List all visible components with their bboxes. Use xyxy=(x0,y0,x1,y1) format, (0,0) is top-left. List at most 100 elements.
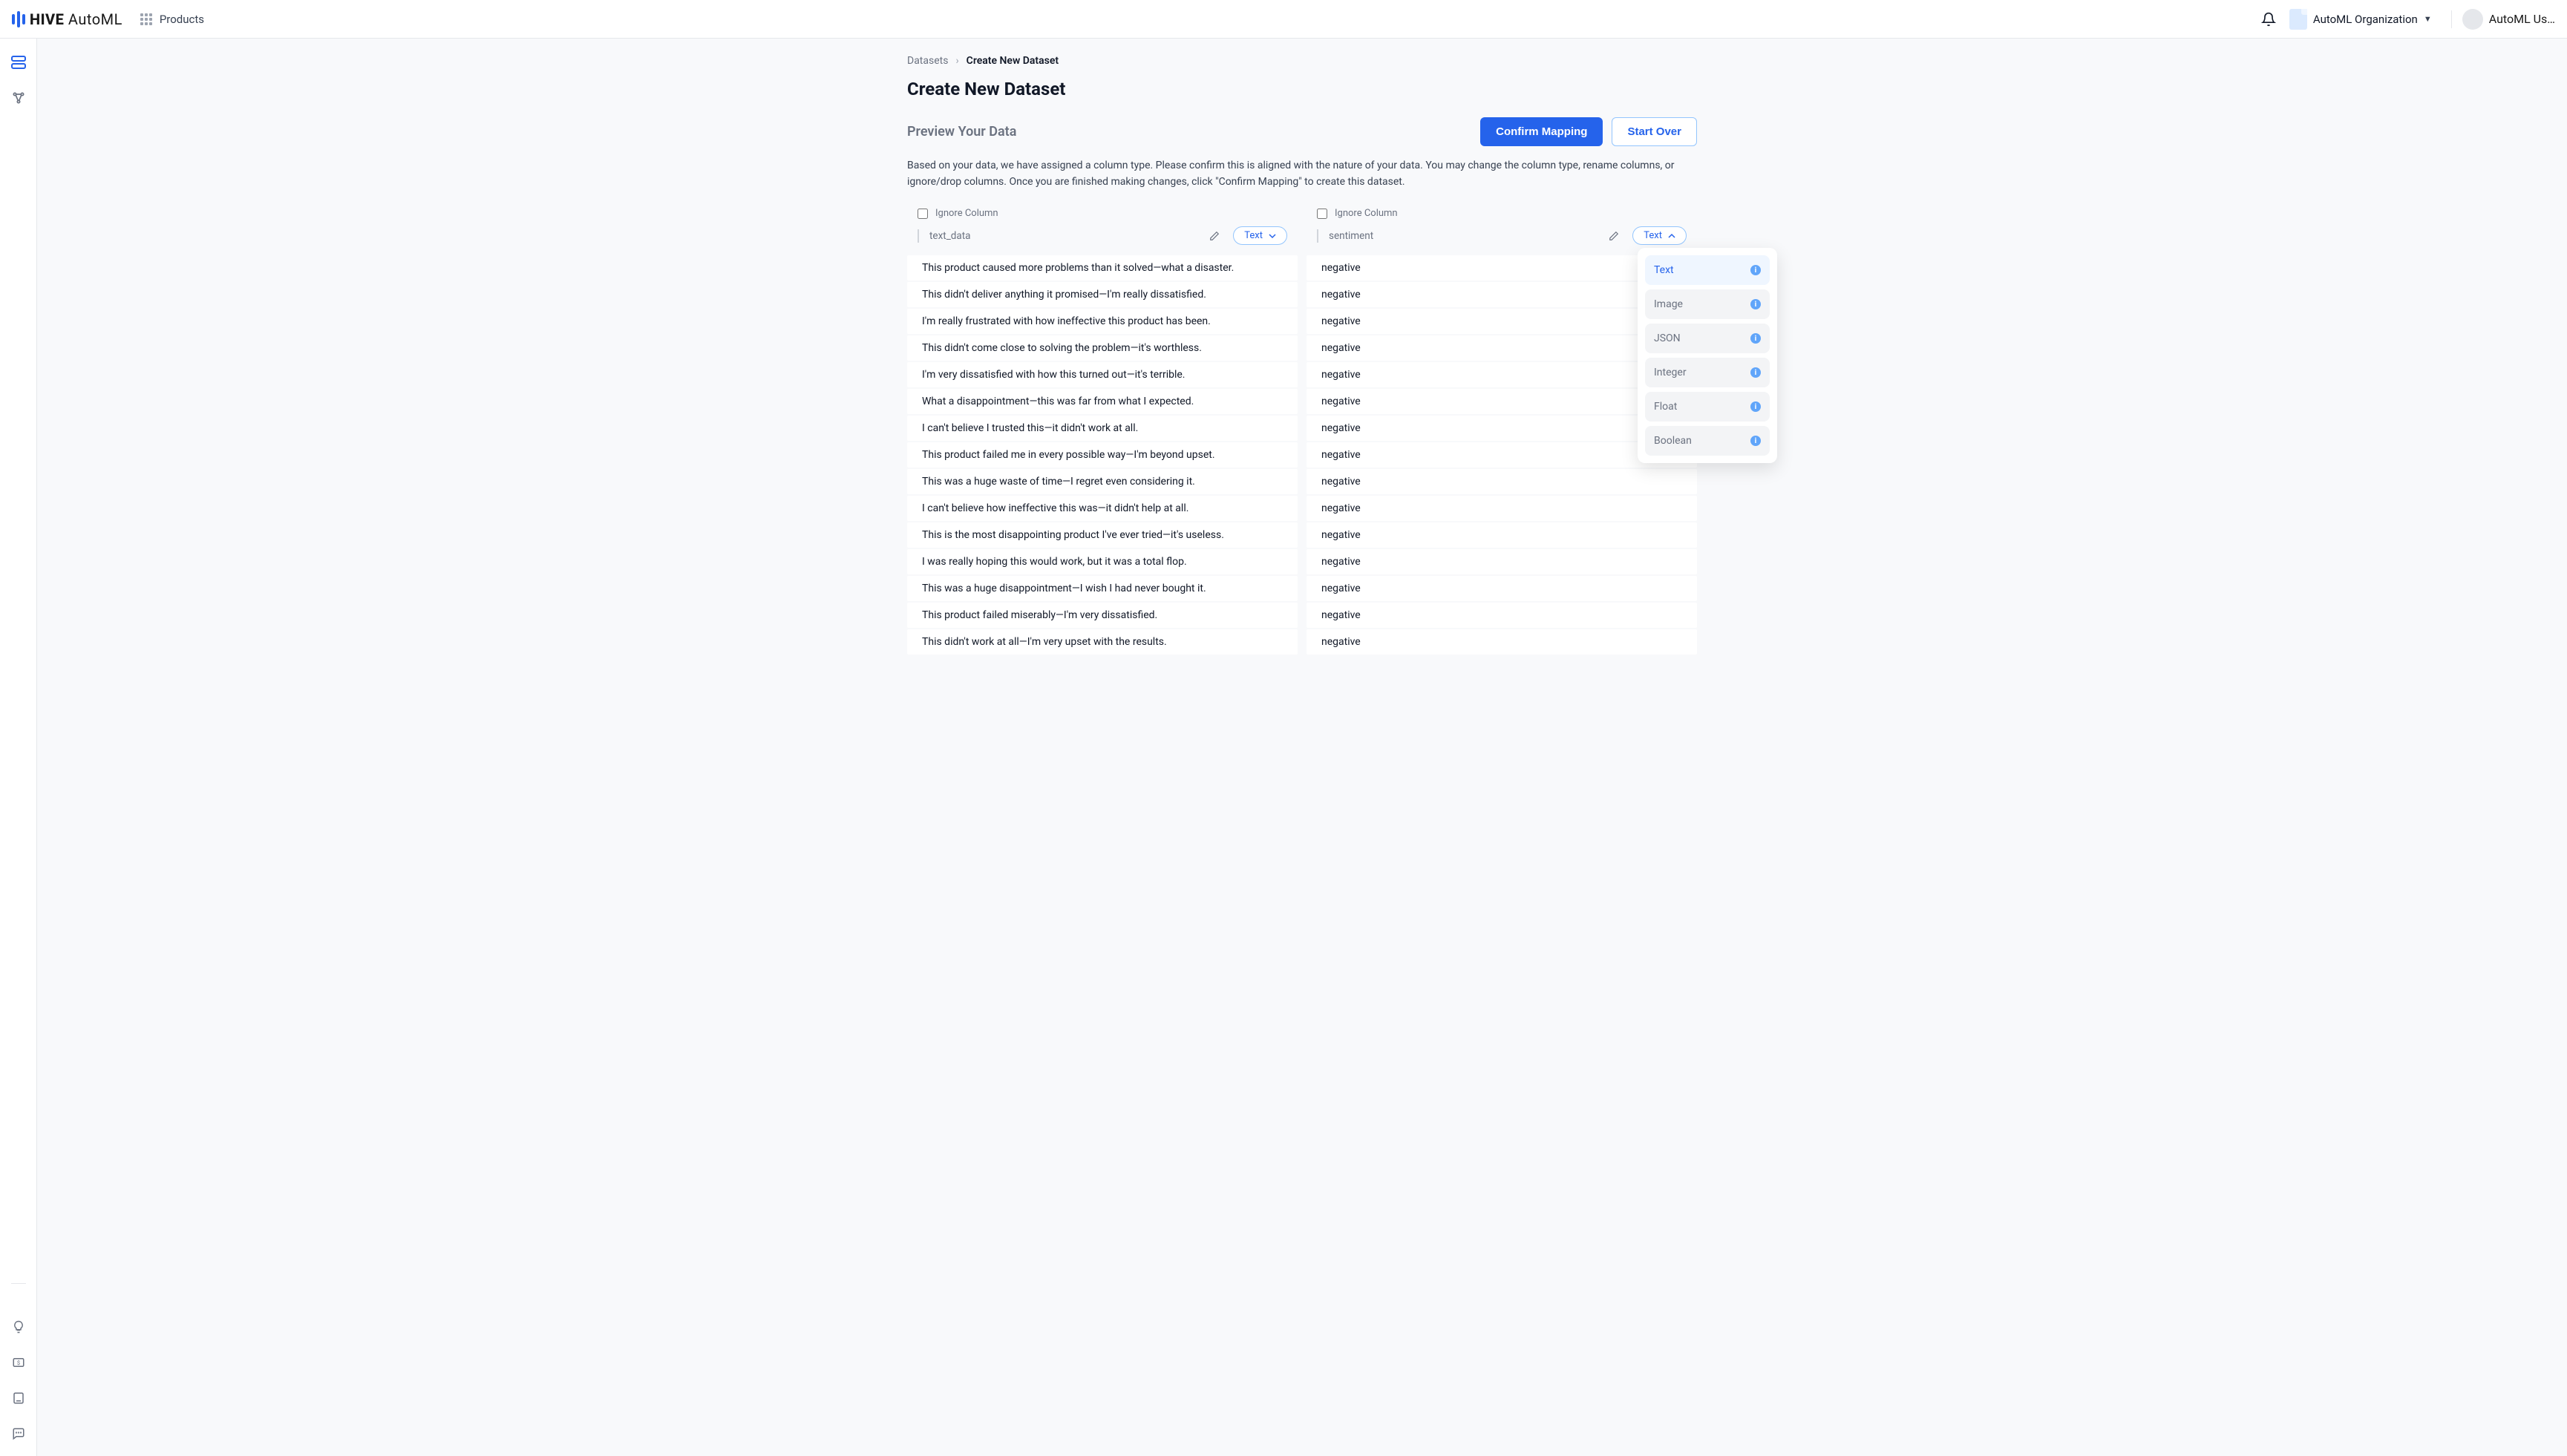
cell-text-data: This didn't come close to solving the pr… xyxy=(907,335,1298,361)
column-type-dropdown[interactable]: TextiImageiJSONiIntegeriFloatiBooleani xyxy=(1638,248,1777,463)
notifications-button[interactable] xyxy=(2261,12,2276,27)
table-row: I'm very dissatisfied with how this turn… xyxy=(907,362,1697,387)
grid-icon xyxy=(140,13,152,25)
ignore-checkbox-input[interactable] xyxy=(1317,209,1327,219)
column-name: text_data xyxy=(929,230,1203,242)
table-row: What a disappointment—this was far from … xyxy=(907,389,1697,414)
cell-sentiment: negative xyxy=(1307,629,1697,655)
cell-text-data: This product caused more problems than i… xyxy=(907,255,1298,281)
cell-text-data: I can't believe how ineffective this was… xyxy=(907,496,1298,521)
nav-models-icon[interactable] xyxy=(11,91,26,105)
type-option-text[interactable]: Text i xyxy=(1645,255,1770,285)
cell-sentiment: negative xyxy=(1307,522,1697,548)
cell-text-data: This didn't deliver anything it promised… xyxy=(907,282,1298,307)
column-type-label: Text xyxy=(1244,230,1263,241)
table-row: I can't believe how ineffective this was… xyxy=(907,496,1697,521)
divider xyxy=(2451,10,2452,28)
cell-sentiment: negative xyxy=(1307,496,1697,521)
column-bar xyxy=(918,229,919,243)
logo-bars-icon xyxy=(12,11,25,27)
bell-icon xyxy=(2261,12,2276,27)
info-icon[interactable]: i xyxy=(1750,265,1761,275)
pencil-icon[interactable] xyxy=(1209,231,1220,241)
column-bar xyxy=(1317,229,1318,243)
ignore-label: Ignore Column xyxy=(935,208,998,219)
top-bar: HIVE AutoML Products AutoML Organization… xyxy=(0,0,2567,39)
org-switcher[interactable]: AutoML Organization ▼ xyxy=(2289,9,2432,30)
nav-feedback-icon[interactable] xyxy=(11,1426,26,1441)
svg-text:$: $ xyxy=(16,1360,19,1366)
cell-text-data: This was a huge waste of time—I regret e… xyxy=(907,469,1298,494)
chevron-up-icon xyxy=(1668,232,1675,240)
column-header: Ignore Column text_data Text xyxy=(907,199,1298,248)
breadcrumb-root[interactable]: Datasets xyxy=(907,55,948,67)
brand-logo[interactable]: HIVE AutoML xyxy=(12,10,122,28)
type-option-json[interactable]: JSONi xyxy=(1645,324,1770,353)
table-row: This product failed me in every possible… xyxy=(907,442,1697,468)
chevron-down-icon xyxy=(1269,232,1276,240)
section-title: Preview Your Data xyxy=(907,124,1016,140)
breadcrumb-current: Create New Dataset xyxy=(967,55,1059,67)
ignore-column-checkbox[interactable]: Ignore Column xyxy=(918,208,1287,219)
table-row: I'm really frustrated with how ineffecti… xyxy=(907,309,1697,334)
cell-text-data: This product failed me in every possible… xyxy=(907,442,1298,468)
pencil-icon[interactable] xyxy=(1609,231,1619,241)
cell-text-data: I'm really frustrated with how ineffecti… xyxy=(907,309,1298,334)
type-option-label: Boolean xyxy=(1654,435,1692,447)
table-row: This was a huge disappointment—I wish I … xyxy=(907,576,1697,601)
info-icon[interactable]: i xyxy=(1750,367,1761,378)
column-type-selector[interactable]: Text xyxy=(1233,226,1287,245)
info-icon[interactable]: i xyxy=(1750,299,1761,309)
document-icon xyxy=(2289,9,2307,30)
cell-sentiment: negative xyxy=(1307,469,1697,494)
user-menu[interactable]: AutoML Us… xyxy=(2462,9,2555,30)
column-type-label: Text xyxy=(1644,230,1662,241)
table-row: This was a huge waste of time—I regret e… xyxy=(907,469,1697,494)
ignore-column-checkbox[interactable]: Ignore Column xyxy=(1317,208,1687,219)
table-row: I can't believe I trusted this—it didn't… xyxy=(907,416,1697,441)
info-icon[interactable]: i xyxy=(1750,401,1761,412)
type-option-float[interactable]: Float i xyxy=(1645,392,1770,422)
side-nav: $ xyxy=(0,39,37,1456)
table-row: I was really hoping this would work, but… xyxy=(907,549,1697,574)
cell-sentiment: negative xyxy=(1307,603,1697,628)
page-title: Create New Dataset xyxy=(907,79,1697,99)
cell-text-data: What a disappointment—this was far from … xyxy=(907,389,1298,414)
confirm-mapping-button[interactable]: Confirm Mapping xyxy=(1480,117,1603,146)
table-row: This is the most disappointing product I… xyxy=(907,522,1697,548)
nav-docs-icon[interactable] xyxy=(11,1391,26,1406)
user-name: AutoML Us… xyxy=(2489,12,2555,26)
table-row: This didn't work at all—I'm very upset w… xyxy=(907,629,1697,655)
logo-text: HIVE AutoML xyxy=(30,10,122,28)
nav-tips-icon[interactable] xyxy=(11,1319,26,1334)
cell-text-data: I'm very dissatisfied with how this turn… xyxy=(907,362,1298,387)
org-name: AutoML Organization xyxy=(2313,13,2418,26)
type-option-label: Image xyxy=(1654,298,1683,310)
type-option-image[interactable]: Image i xyxy=(1645,289,1770,319)
table-row: This didn't deliver anything it promised… xyxy=(907,282,1697,307)
column-header: Ignore Column sentiment Text xyxy=(1307,199,1697,248)
column-type-selector[interactable]: Text xyxy=(1632,226,1687,245)
avatar-icon xyxy=(2462,9,2483,30)
nav-datasets-icon[interactable] xyxy=(11,55,26,70)
breadcrumb: Datasets › Create New Dataset xyxy=(907,55,1697,67)
info-icon[interactable]: i xyxy=(1750,333,1761,344)
column-name: sentiment xyxy=(1329,230,1603,242)
cell-text-data: I can't believe I trusted this—it didn't… xyxy=(907,416,1298,441)
table-row: This product caused more problems than i… xyxy=(907,255,1697,281)
products-label: Products xyxy=(160,13,204,26)
start-over-button[interactable]: Start Over xyxy=(1612,117,1697,146)
products-menu[interactable]: Products xyxy=(140,13,204,26)
ignore-checkbox-input[interactable] xyxy=(918,209,928,219)
type-option-boolean[interactable]: Boolean i xyxy=(1645,426,1770,456)
type-option-integer[interactable]: Integeri xyxy=(1645,358,1770,387)
cell-text-data: This is the most disappointing product I… xyxy=(907,522,1298,548)
chevron-down-icon: ▼ xyxy=(2424,14,2432,24)
type-option-label: Text xyxy=(1654,264,1674,276)
ignore-label: Ignore Column xyxy=(1335,208,1398,219)
nav-billing-icon[interactable]: $ xyxy=(11,1355,26,1370)
type-option-label: Float xyxy=(1654,401,1677,413)
info-icon[interactable]: i xyxy=(1750,436,1761,446)
cell-sentiment: negative xyxy=(1307,576,1697,601)
preview-table: Ignore Column text_data Text Ignore Column s… xyxy=(907,199,1697,655)
